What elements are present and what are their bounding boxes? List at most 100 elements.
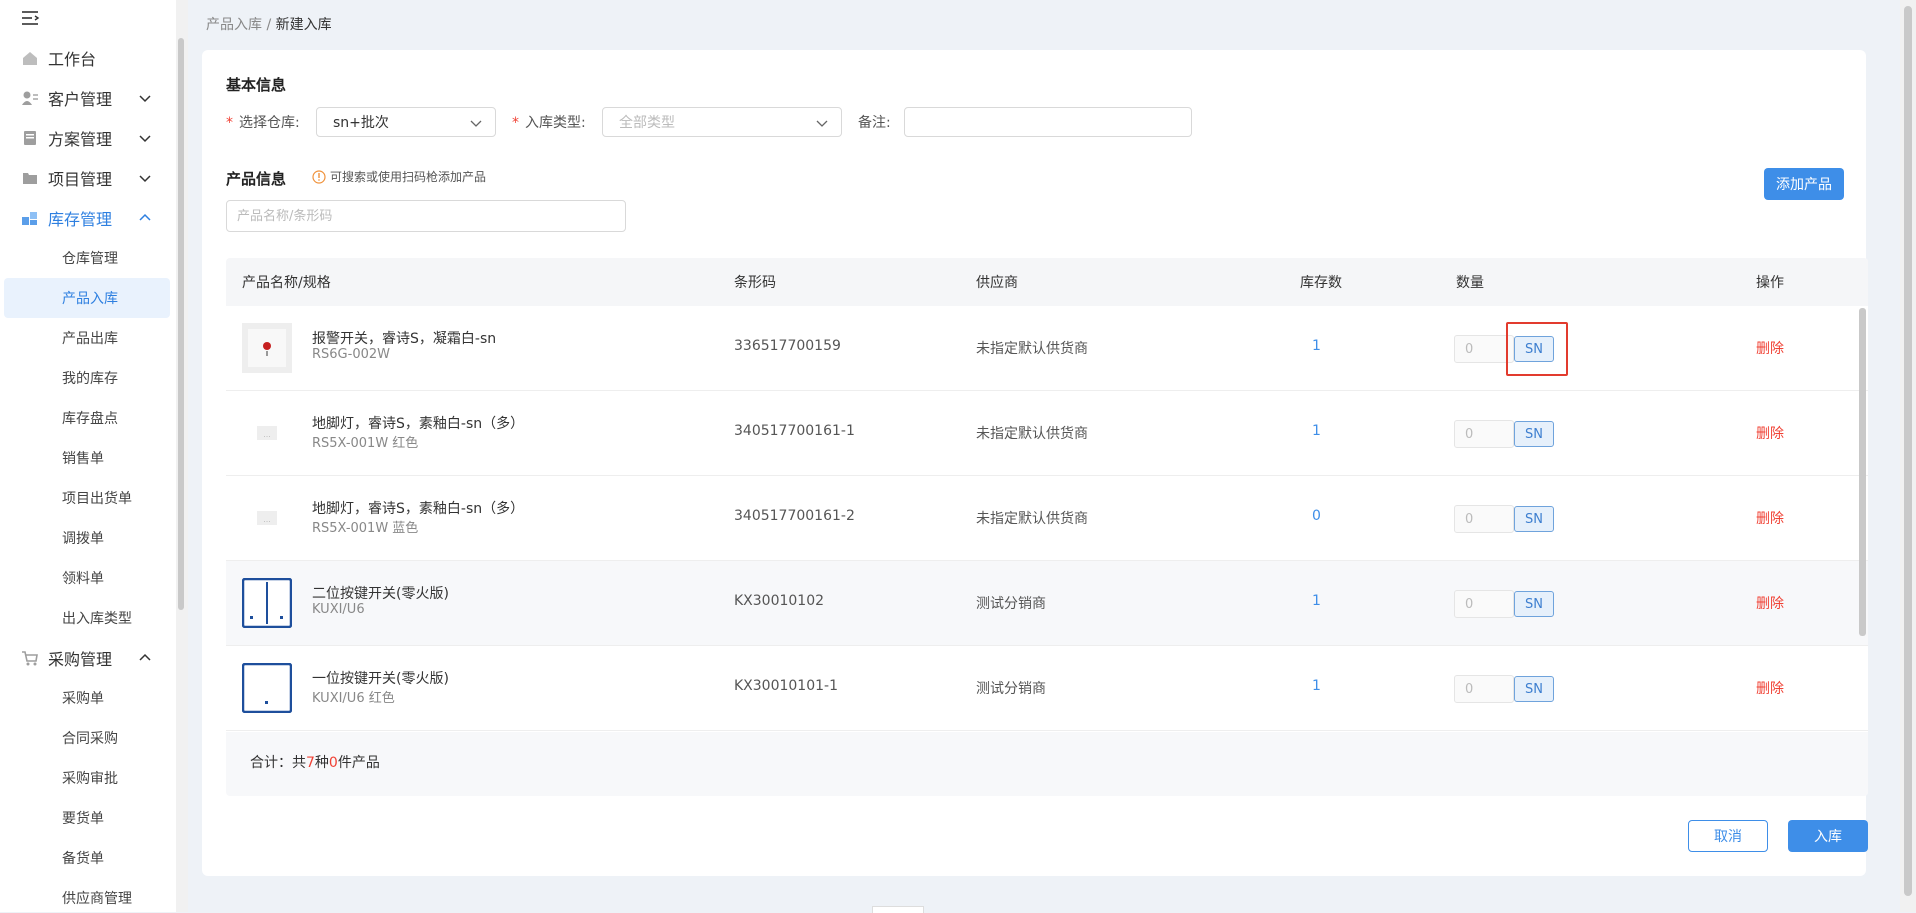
inbound-type-select[interactable]: 全部类型 [602,107,842,137]
table-footer: 合计：共7种0件产品 [226,732,1868,796]
sidebar-subitem-purchase-order[interactable]: 采购单 [0,678,176,718]
menu-collapse-icon[interactable] [20,8,42,30]
sidebar-subitem-demand-order[interactable]: 要货单 [0,798,176,838]
quantity-input[interactable]: 0 [1454,335,1514,363]
section-title-text: 基本信息 [226,76,287,94]
col-stock: 库存数 [1300,275,1342,291]
warehouse-label: * 选择仓库: [226,112,300,132]
table-row: 二位按键开关(零火版) KUXI/U6 KX30010102 测试分销商 1 0… [226,561,1868,646]
chevron-down-icon [470,120,482,127]
product-hint: 可搜索或使用扫码枪添加产品 [312,168,486,185]
label-text: 入库类型: [525,115,586,131]
quantity-input[interactable]: 0 [1454,420,1514,448]
sidebar-subitem-warehouse[interactable]: 仓库管理 [0,238,176,278]
image-placeholder-icon: ... [257,511,277,525]
sn-button[interactable]: SN [1514,506,1554,532]
add-product-button[interactable]: 添加产品 [1764,168,1844,200]
table-scrollbar[interactable] [1859,308,1866,636]
sidebar-subitem-supplier[interactable]: 供应商管理 [0,878,176,912]
cancel-button[interactable]: 取消 [1688,820,1768,852]
page-scrollbar-track [1900,0,1916,912]
warehouse-select[interactable]: sn+批次 [316,107,496,137]
col-name: 产品名称/规格 [242,275,331,291]
cart-icon [20,648,40,668]
form-card: 基本信息 * 选择仓库: sn+批次 * 入库类型: 全部类型 备注: 产品信息 可… [202,50,1868,876]
col-action: 操作 [1756,275,1784,291]
product-table: 产品名称/规格 条形码 供应商 库存数 数量 操作 报警开关，睿诗S，凝霜白-s… [226,258,1868,796]
chevron-down-icon [139,135,151,143]
delete-link[interactable]: 删除 [1756,678,1784,698]
delete-link[interactable]: 删除 [1756,423,1784,443]
sidebar-item-customer[interactable]: 客户管理 [0,78,176,118]
sidebar-subitem-product-outbound[interactable]: 产品出库 [0,318,176,358]
sidebar-item-label: 采购管理 [48,650,113,669]
required-mark: * [512,115,519,131]
product-name: 一位按键开关(零火版) [312,671,449,687]
customer-icon [20,88,40,108]
sidebar-item-plan[interactable]: 方案管理 [0,118,176,158]
breadcrumb-separator: / [262,17,276,33]
breadcrumb: 产品入库 / 新建入库 [206,14,332,34]
folder-icon [20,168,40,188]
sn-button[interactable]: SN [1514,421,1554,447]
sidebar-subitem-project-shipment[interactable]: 项目出货单 [0,478,176,518]
product-name: 地脚灯，睿诗S，素釉白-sn（多） [312,501,525,517]
select-placeholder: 全部类型 [619,115,675,131]
sn-button[interactable]: SN [1514,591,1554,617]
label-text: 选择仓库: [239,115,300,131]
sidebar-subitem-transfer[interactable]: 调拨单 [0,518,176,558]
remark-input[interactable] [904,107,1192,137]
sidebar: 工作台 客户管理 方案管理 项目管理 库存管理 仓库管理 产品入库 产品出库 我… [0,0,188,912]
chevron-down-icon [139,95,151,103]
barcode-cell: 340517700161-1 [734,423,855,439]
stock-cell: 1 [1312,423,1321,439]
sidebar-item-inventory[interactable]: 库存管理 [0,198,176,238]
sidebar-item-purchase[interactable]: 采购管理 [0,638,176,678]
sidebar-subitem-io-types[interactable]: 出入库类型 [0,598,176,638]
sidebar-item-workbench[interactable]: 工作台 [0,38,176,78]
sidebar-menu: 工作台 客户管理 方案管理 项目管理 库存管理 仓库管理 产品入库 产品出库 我… [0,38,176,912]
col-supplier: 供应商 [976,275,1018,291]
sidebar-subitem-contract-purchase[interactable]: 合同采购 [0,718,176,758]
supplier-cell: 未指定默认供货商 [976,341,1088,357]
quantity-input[interactable]: 0 [1454,590,1514,618]
product-spec: KUXI/U6 红色 [312,691,395,706]
product-search-input[interactable] [226,200,626,232]
sidebar-subitem-stock-prep[interactable]: 备货单 [0,838,176,878]
inventory-icon [20,208,40,228]
col-quantity: 数量 [1456,275,1484,291]
alarm-switch-image [242,323,292,373]
sidebar-subitem-stocktake[interactable]: 库存盘点 [0,398,176,438]
page-scrollbar[interactable] [1904,6,1912,896]
quantity-input[interactable]: 0 [1454,505,1514,533]
sidebar-subitem-product-inbound[interactable]: 产品入库 [4,278,170,318]
chevron-down-icon [816,120,828,127]
barcode-cell: 336517700159 [734,338,841,354]
table-row: 一位按键开关(零火版) KUXI/U6 红色 KX30010101-1 测试分销… [226,646,1868,731]
delete-link[interactable]: 删除 [1756,338,1784,358]
submit-inbound-button[interactable]: 入库 [1788,820,1868,852]
product-name: 二位按键开关(零火版) [312,586,449,602]
sidebar-item-project[interactable]: 项目管理 [0,158,176,198]
product-spec: RS6G-002W [312,347,390,362]
sidebar-subitem-my-stock[interactable]: 我的库存 [0,358,176,398]
sn-button[interactable]: SN [1514,676,1554,702]
breadcrumb-current: 新建入库 [275,17,332,33]
sidebar-subitem-purchase-approval[interactable]: 采购审批 [0,758,176,798]
remark-label: 备注: [858,115,891,131]
table-body: 报警开关，睿诗S，凝霜白-sn RS6G-002W 336517700159 未… [226,306,1868,732]
delete-link[interactable]: 删除 [1756,593,1784,613]
sidebar-subitem-sales-order[interactable]: 销售单 [0,438,176,478]
summary-kinds: 7 [306,755,315,771]
breadcrumb-parent[interactable]: 产品入库 [206,17,262,33]
quantity-input[interactable]: 0 [1454,675,1514,703]
sidebar-scrollbar[interactable] [178,38,184,610]
section-title-text: 产品信息 [226,170,287,188]
select-value: sn+批次 [333,115,389,131]
sidebar-item-label: 项目管理 [48,170,113,189]
stock-cell: 1 [1312,338,1321,354]
delete-link[interactable]: 删除 [1756,508,1784,528]
warning-icon [312,169,326,184]
supplier-cell: 未指定默认供货商 [976,511,1088,527]
sidebar-subitem-requisition[interactable]: 领料单 [0,558,176,598]
